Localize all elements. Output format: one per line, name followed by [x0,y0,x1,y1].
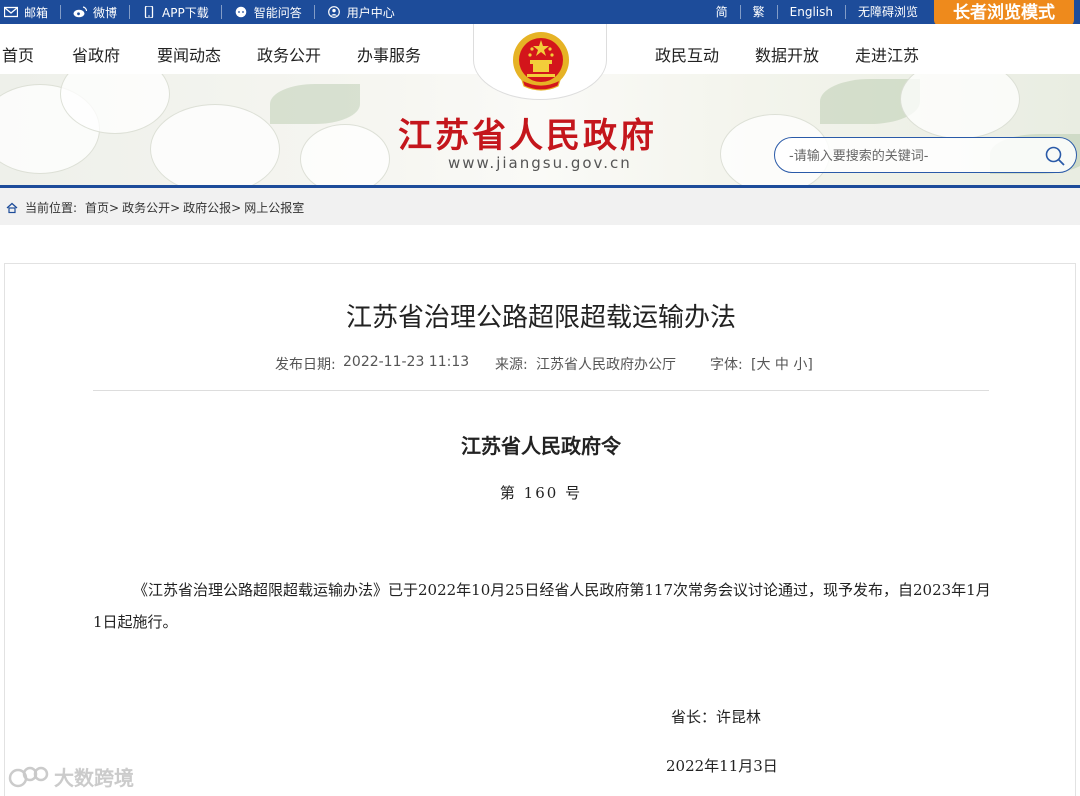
signature: 省长：许昆林 [671,708,762,726]
watermark: 大数跨境 [8,762,134,791]
elder-mode-button[interactable]: 长者浏览模式 [934,0,1074,26]
article-body: 《江苏省治理公路超限超载运输办法》已于2022年10月25日经省人民政府第117… [93,581,991,631]
nav-open-data[interactable]: 数据开放 [755,42,819,66]
nav-about-jiangsu[interactable]: 走进江苏 [855,42,919,66]
user-icon [327,6,340,18]
publish-date: 2022-11-23 11:13 [343,354,470,370]
site-title[interactable]: 江苏省人民政府 [398,108,657,157]
order-title: 江苏省人民政府令 [461,434,621,458]
banner-flower-decoration [150,104,280,186]
banner-flower-decoration [300,124,390,186]
watermark-text: 大数跨境 [54,766,134,790]
mail-label: 邮箱 [24,5,49,20]
source-label: 来源: [495,357,528,373]
top-links: 邮箱 微博 APP下载 智能问答 用户中心 [4,0,419,24]
app-download-link[interactable]: APP下载 [142,5,222,20]
article-source: 江苏省人民政府办公厅 [536,357,676,373]
nav-gov-affairs[interactable]: 政务公开 [257,42,321,66]
breadcrumb-label: 当前位置: [25,201,78,215]
weibo-icon [73,6,88,18]
search-box [774,137,1077,173]
user-center-label: 用户中心 [346,5,395,20]
search-input[interactable] [789,146,1029,166]
nav-interaction[interactable]: 政民互动 [655,42,719,66]
mail-icon [4,6,18,18]
article-panel: 江苏省治理公路超限超载运输办法 发布日期: 2022-11-23 11:13 来… [4,263,1076,796]
title-divider [93,390,989,391]
nav-services[interactable]: 办事服务 [357,42,421,66]
banner-flower-decoration [900,74,1020,139]
mail-link[interactable]: 邮箱 [4,5,62,20]
phone-icon [144,6,154,18]
weibo-link[interactable]: 微博 [73,5,131,20]
breadcrumb: 当前位置: 首页> 政务公开> 政府公报> 网上公报室 [0,188,1080,225]
home-icon [6,202,18,213]
nav-news[interactable]: 要闻动态 [157,42,221,66]
breadcrumb-online-gazette[interactable]: 网上公报室 [244,199,304,216]
publish-date-label: 发布日期: [275,357,336,373]
top-right-links: 简 繁 English 无障碍浏览 [704,0,930,24]
english-link[interactable]: English [776,5,845,19]
site-url: www.jiangsu.gov.cn [448,154,632,172]
user-center-link[interactable]: 用户中心 [327,5,407,20]
traditional-link[interactable]: 繁 [739,5,777,19]
font-size-label: 字体: [710,357,743,373]
weibo-label: 微博 [93,5,118,20]
national-emblem-icon [513,32,569,91]
breadcrumb-gazette[interactable]: 政府公报> [183,199,241,216]
smart-qa-label: 智能问答 [253,5,302,20]
watermark-logo-icon [8,766,49,787]
breadcrumb-gov-affairs[interactable]: 政务公开> [122,199,180,216]
font-size-switcher[interactable]: [大 中 小] [751,354,813,374]
order-number: 第 160 号 [499,484,583,502]
article-title: 江苏省治理公路超限超载运输办法 [345,303,736,333]
breadcrumb-home[interactable]: 首页> [85,199,119,216]
nav-home[interactable]: 首页 [2,42,34,66]
smart-qa-link[interactable]: 智能问答 [234,5,315,20]
accessibility-link[interactable]: 无障碍浏览 [844,5,930,19]
search-icon[interactable] [1044,145,1066,167]
app-download-label: APP下载 [162,5,209,20]
chat-icon [235,6,247,18]
nav-provincial-gov[interactable]: 省政府 [72,42,120,66]
top-bar: 邮箱 微博 APP下载 智能问答 用户中心 简 繁 English 无障碍浏览 … [0,0,1080,26]
banner-leaf-decoration [270,84,360,124]
sign-date: 2022年11月3日 [666,757,778,775]
simplified-link[interactable]: 简 [704,5,740,19]
